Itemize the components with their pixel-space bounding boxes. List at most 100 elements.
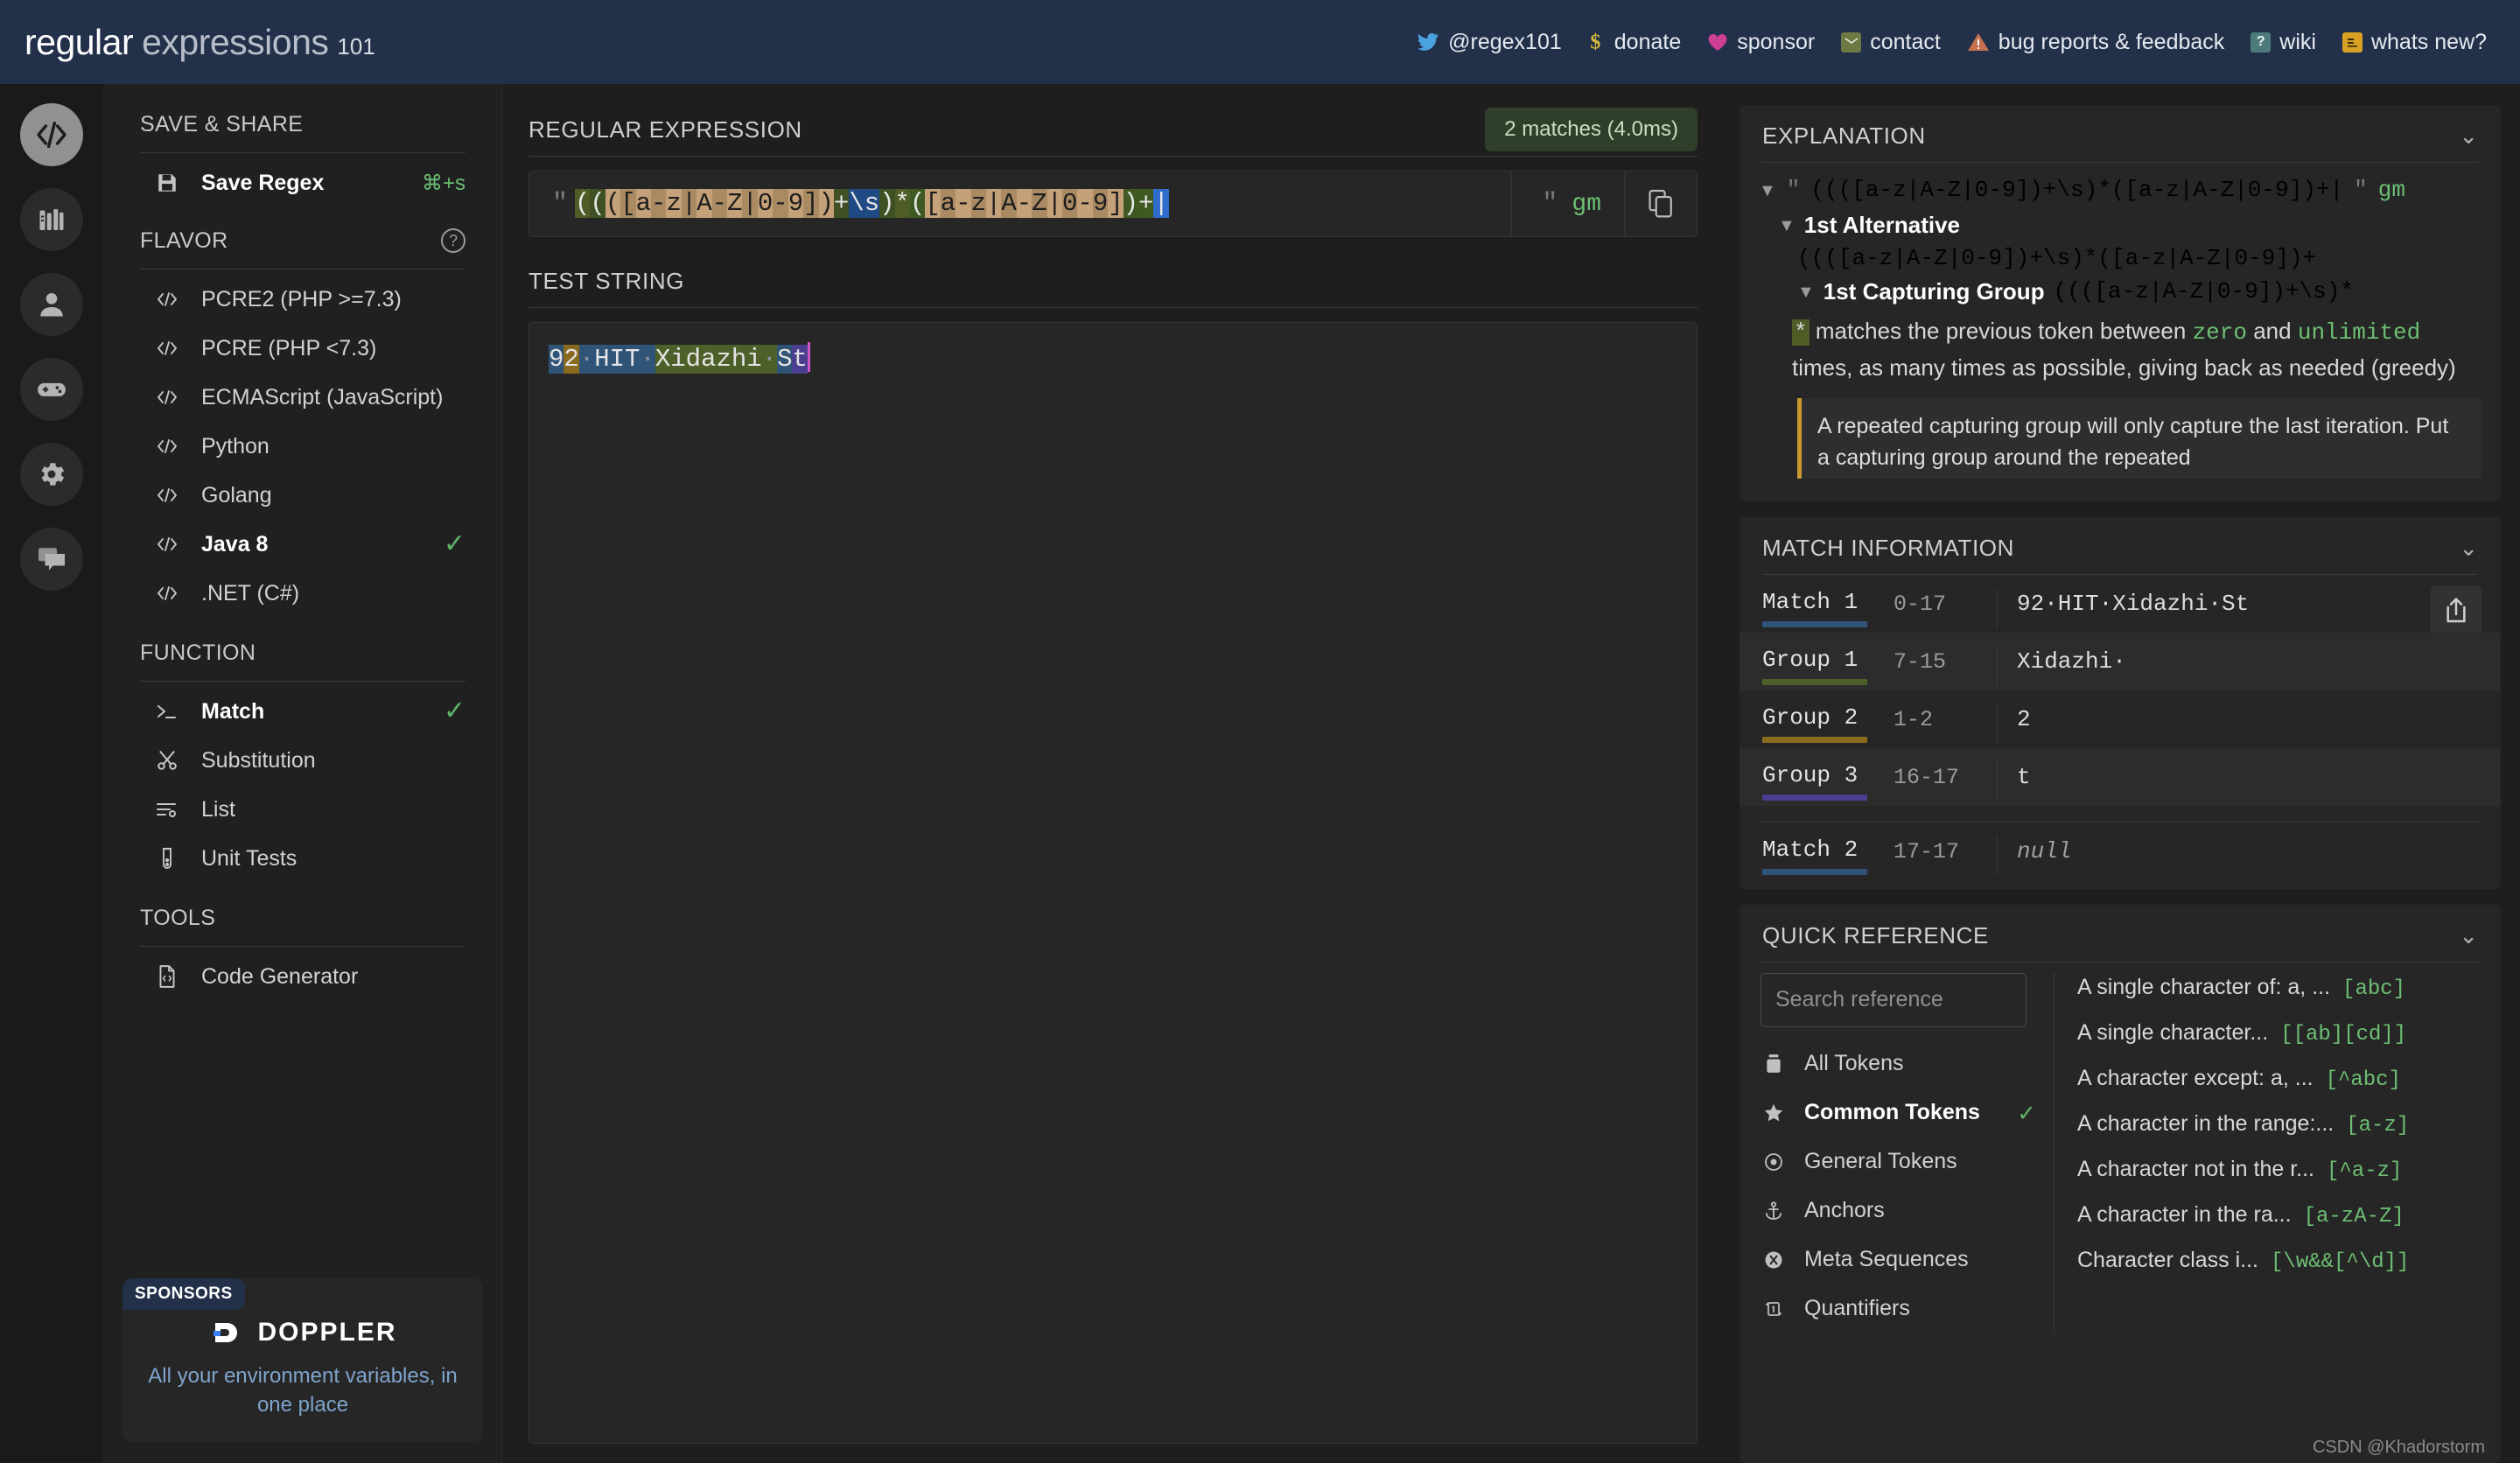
- help-circle-icon[interactable]: ?: [441, 228, 466, 253]
- question-box-icon: ?: [2250, 32, 2272, 52]
- check-icon: ✓: [443, 696, 466, 725]
- copy-icon: [1648, 189, 1672, 218]
- rail-community-chat-icon[interactable]: [20, 528, 83, 591]
- sidebar-item-flavor-dotnet[interactable]: .NET (C#): [103, 569, 502, 618]
- sidebar-item-flavor-ecmascript[interactable]: ECMAScript (JavaScript): [103, 373, 502, 422]
- regex-field[interactable]: " ((([a-z|A-Z|0-9])+\s)*([a-z|A-Z|0-9])+…: [529, 172, 1511, 236]
- sidebar-item-label: Golang: [201, 482, 272, 508]
- rail-gamepad-icon[interactable]: [20, 358, 83, 421]
- rail-account-icon[interactable]: [20, 273, 83, 336]
- chevron-down-icon[interactable]: ⌄: [2459, 922, 2478, 949]
- copy-regex-button[interactable]: [1624, 172, 1697, 236]
- sidebar-item-label: List: [201, 796, 235, 822]
- quick-reference-categories: All Tokens Common Tokens ✓ General Token…: [1740, 972, 2054, 1334]
- code-icon: [154, 536, 180, 553]
- sidebar-item-substitution[interactable]: Substitution: [103, 736, 502, 785]
- regex-input[interactable]: ((([a-z|A-Z|0-9])+\s)*([a-z|A-Z|0-9])+|: [575, 186, 1169, 222]
- rail-library-icon[interactable]: [20, 188, 83, 251]
- warning-triangle-icon: [1967, 32, 1990, 52]
- nav-link-bug-reports[interactable]: bug reports & feedback: [1967, 29, 2225, 55]
- qr-reference-item[interactable]: A single character... [[ab][cd]]: [2077, 1020, 2478, 1066]
- expand-triangle-icon[interactable]: ▼: [1797, 278, 1815, 306]
- regex-open-delimiter: ": [552, 189, 569, 219]
- pattern-flags: gm: [2377, 177, 2405, 203]
- sponsor-card[interactable]: SPONSORS DOPPLER All your environment va…: [122, 1278, 483, 1442]
- nav-link-twitter[interactable]: @regex101: [1417, 30, 1562, 55]
- qr-reference-item[interactable]: A character in the range:... [a-z]: [2077, 1111, 2478, 1157]
- nav-link-donate[interactable]: $ donate: [1588, 30, 1681, 55]
- matches-badge[interactable]: 2 matches (4.0ms): [1485, 108, 1698, 151]
- qr-category-label: Common Tokens: [1804, 1100, 1980, 1125]
- nav-link-sponsor[interactable]: sponsor: [1707, 30, 1815, 55]
- sidebar-item-flavor-pcre[interactable]: PCRE (PHP <7.3): [103, 324, 502, 373]
- qr-category-general-tokens[interactable]: General Tokens: [1760, 1138, 2054, 1186]
- qr-category-all-tokens[interactable]: All Tokens: [1760, 1040, 2054, 1088]
- rail-settings-gear-icon[interactable]: [20, 443, 83, 506]
- sidebar-item-save-regex[interactable]: Save Regex ⌘+s: [103, 158, 502, 207]
- qr-reference-item[interactable]: A single character of: a, ... [abc]: [2077, 975, 2478, 1020]
- rail-code-icon[interactable]: [20, 103, 83, 166]
- qr-reference-item[interactable]: Character class i... [\w&&[^\d]]: [2077, 1248, 2478, 1293]
- match-label-wrap: Match 1: [1762, 589, 1894, 627]
- nav-link-whats-new[interactable]: whats new?: [2342, 30, 2487, 55]
- match-label: Match 1: [1762, 588, 1858, 615]
- sidebar-item-flavor-java8[interactable]: Java 8 ✓: [103, 520, 502, 569]
- regex-close-delimiter: ": [1542, 189, 1558, 219]
- code-icon: [154, 388, 180, 406]
- qr-category-meta-sequences[interactable]: Meta Sequences: [1760, 1236, 2054, 1284]
- chevron-down-icon[interactable]: ⌄: [2459, 122, 2478, 150]
- test-string-editor[interactable]: 92·HIT·Xidazhi·St: [528, 322, 1698, 1444]
- search-input[interactable]: [1760, 972, 2026, 1027]
- nav-link-contact[interactable]: contact: [1841, 30, 1941, 55]
- explanation-pattern-row: ▼ " ((([a-z|A-Z|0-9])+\s)*([a-z|A-Z|0-9]…: [1759, 177, 2482, 205]
- expand-triangle-icon[interactable]: ▼: [1778, 212, 1796, 240]
- alternative-label: 1st Alternative: [1803, 212, 1961, 238]
- qr-reference-desc: A character not in the r...: [2077, 1156, 2314, 1181]
- site-logo[interactable]: regular expressions 101: [24, 22, 375, 63]
- match-value: 92·HIT·Xidazhi·St: [2017, 590, 2250, 617]
- qr-reference-token: [abc]: [2342, 976, 2406, 1001]
- match-row[interactable]: Match 1 0-17 92·HIT·Xidazhi·St: [1740, 575, 2501, 636]
- divider: [140, 269, 466, 270]
- sidebar-item-list[interactable]: List: [103, 785, 502, 834]
- section-header-function: FUNCTION: [103, 632, 502, 674]
- detail-prefix: matches the previous token between: [1815, 318, 2187, 344]
- sidebar-item-unit-tests[interactable]: Unit Tests: [103, 834, 502, 883]
- match-row[interactable]: Group 2 1-2 2: [1740, 690, 2501, 748]
- envelope-icon: [1841, 32, 1862, 52]
- qr-category-quantifiers[interactable]: Quantifiers: [1760, 1284, 2054, 1334]
- expand-triangle-icon[interactable]: ▼: [1759, 177, 1776, 205]
- nav-link-wiki[interactable]: ? wiki: [2250, 30, 2316, 55]
- qr-reference-item[interactable]: A character except: a, ... [^abc]: [2077, 1066, 2478, 1111]
- nav-link-label: wiki: [2279, 29, 2316, 54]
- match-color-bar: [1762, 620, 1867, 627]
- regex-input-box[interactable]: " ((([a-z|A-Z|0-9])+\s)*([a-z|A-Z|0-9])+…: [528, 171, 1698, 237]
- sidebar-item-code-generator[interactable]: Code Generator: [103, 952, 502, 1001]
- detail-keyword-zero: zero: [2192, 319, 2247, 346]
- explanation-card: EXPLANATION ⌄ ▼ " ((([a-z|A-Z|0-9])+\s)*…: [1740, 105, 2501, 501]
- sidebar-item-label: Java 8: [201, 531, 269, 556]
- sidebar-divider: [501, 84, 502, 1463]
- chevron-down-icon[interactable]: ⌄: [2459, 535, 2478, 562]
- test-string-title: TEST STRING: [528, 267, 685, 294]
- divider: [140, 946, 466, 947]
- match-row[interactable]: Group 3 16-17 t: [1740, 747, 2501, 806]
- match-row[interactable]: Match 2 17-17 null: [1740, 822, 2501, 880]
- test-string-content[interactable]: 92·HIT·Xidazhi·St: [549, 342, 810, 374]
- sidebar-item-flavor-pcre2[interactable]: PCRE2 (PHP >=7.3): [103, 275, 502, 324]
- qr-reference-item[interactable]: A character in the ra... [a-zA-Z]: [2077, 1202, 2478, 1248]
- sidebar-item-flavor-python[interactable]: Python: [103, 422, 502, 471]
- match-row[interactable]: Group 1 7-15 Xidazhi·: [1740, 632, 2501, 690]
- qr-reference-item[interactable]: A character not in the r... [^a-z]: [2077, 1157, 2478, 1202]
- detail-mid: and: [2253, 318, 2292, 344]
- share-upload-icon[interactable]: [2431, 584, 2482, 636]
- section-title: FUNCTION: [140, 640, 256, 665]
- qr-category-anchors[interactable]: Anchors: [1760, 1186, 2054, 1236]
- page-header: regular expressions 101 @regex101 $ dona…: [0, 0, 2520, 84]
- sidebar-item-flavor-golang[interactable]: Golang: [103, 471, 502, 520]
- regex-flags[interactable]: " gm: [1511, 172, 1624, 236]
- qr-category-common-tokens[interactable]: Common Tokens ✓: [1760, 1088, 2054, 1138]
- nav-link-label: bug reports & feedback: [1998, 29, 2225, 54]
- icon-rail: [0, 84, 103, 1463]
- sidebar-item-match[interactable]: Match ✓: [103, 687, 502, 736]
